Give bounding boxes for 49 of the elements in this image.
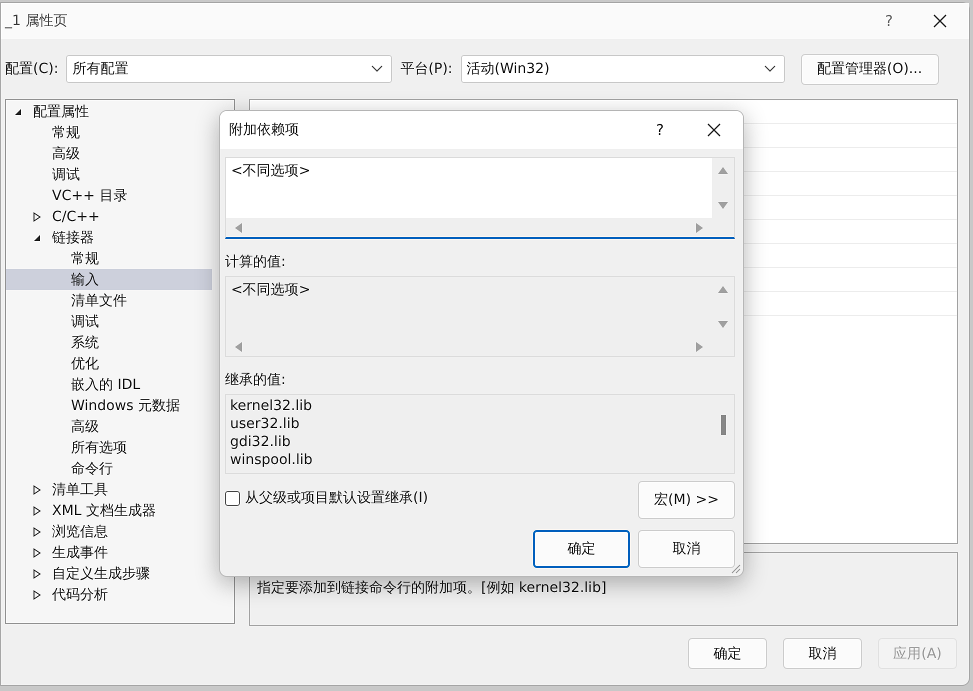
close-icon[interactable]: [707, 123, 721, 137]
close-icon[interactable]: [933, 14, 947, 28]
text-line: user32.lib: [230, 415, 300, 433]
dialog-button[interactable]: 确定: [688, 638, 767, 669]
collapsed-triangle-icon[interactable]: [33, 506, 41, 516]
tree-item[interactable]: 配置属性: [6, 101, 234, 122]
dialog-button[interactable]: 确定: [533, 530, 630, 568]
expanded-triangle-icon[interactable]: [33, 234, 41, 242]
chevron-down-icon[interactable]: [371, 65, 384, 73]
text-line: <不同选项>: [231, 281, 312, 300]
dropdown[interactable]: 所有配置: [66, 55, 392, 83]
collapsed-triangle-icon[interactable]: [33, 526, 41, 536]
collapsed-triangle-icon[interactable]: [33, 212, 41, 222]
chevron-down-icon[interactable]: [764, 65, 776, 73]
expanded-triangle-icon[interactable]: [14, 108, 22, 116]
text-line: kernel32.lib: [230, 397, 314, 415]
tree-item[interactable]: XML 文档生成器: [6, 500, 234, 521]
config-label: 配置(C):: [5, 60, 58, 78]
resize-grip-icon[interactable]: [731, 564, 741, 574]
scrollbar-thumb[interactable]: [720, 415, 726, 435]
tree-item[interactable]: 生成事件: [6, 542, 234, 563]
description-text: 指定要添加到链接命令行的附加项。[例如 kernel32.lib]: [257, 580, 606, 596]
platform-label: 平台(P):: [400, 60, 453, 78]
dropdown[interactable]: 活动(Win32): [460, 55, 785, 83]
dialog-button[interactable]: 取消: [638, 530, 735, 568]
tree-item[interactable]: 自定义生成步骤: [6, 563, 234, 584]
tree-item[interactable]: 清单工具: [6, 479, 234, 500]
text-line: gdi32.lib: [230, 433, 292, 451]
collapsed-triangle-icon[interactable]: [33, 548, 41, 558]
text-line: <不同选项>: [231, 162, 312, 181]
checkbox-label: 从父级或项目默认设置继承(I): [245, 489, 428, 507]
dialog-title: 附加依赖项: [229, 121, 300, 139]
collapsed-triangle-icon[interactable]: [33, 484, 41, 494]
macro-button[interactable]: 宏(M) >>: [638, 481, 735, 519]
tree-item[interactable]: 代码分析: [6, 584, 234, 605]
config-manager-button[interactable]: 配置管理器(O)...: [800, 54, 939, 84]
tree-item[interactable]: 输入: [6, 269, 212, 290]
text-line: winspool.lib: [230, 451, 314, 469]
help-button[interactable]: ?: [656, 121, 664, 139]
dialog-button[interactable]: 取消: [783, 638, 862, 669]
inherited-value-list[interactable]: kernel32.lib user32.lib gdi32.lib winspool.lib: [225, 394, 735, 474]
window-title: _1 属性页: [5, 12, 68, 30]
tree-item[interactable]: 浏览信息: [6, 521, 234, 542]
collapsed-triangle-icon[interactable]: [33, 590, 41, 600]
collapsed-triangle-icon[interactable]: [33, 568, 41, 578]
help-button[interactable]: ?: [885, 12, 893, 30]
checkbox[interactable]: [225, 490, 240, 506]
inherited-value-label: 继承的值:: [225, 371, 287, 389]
computed-value-label: 计算的值:: [225, 253, 287, 271]
